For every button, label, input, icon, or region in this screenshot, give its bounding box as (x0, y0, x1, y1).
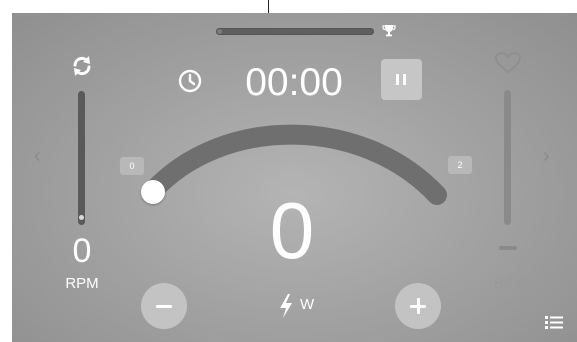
resistance-max-label: 2 (448, 156, 472, 174)
chevron-right-icon[interactable]: › (543, 146, 550, 166)
chevron-left-icon[interactable]: ‹ (34, 146, 41, 166)
rpm-gauge-level (79, 215, 84, 220)
trophy-icon (382, 25, 396, 37)
workout-screen: 0 RPM BPM ‹ › 00:00 0 2 0 W (12, 13, 577, 342)
power-value: 0 (269, 186, 315, 275)
sync-icon[interactable] (70, 54, 94, 78)
list-icon[interactable] (545, 315, 563, 330)
power-unit: W (300, 296, 315, 313)
bpm-gauge (504, 90, 511, 225)
elapsed-time: 00:00 (245, 61, 343, 104)
rpm-unit: RPM (65, 275, 99, 292)
lightning-icon (280, 294, 292, 318)
heart-icon (494, 51, 522, 74)
progress-indicator (217, 29, 222, 34)
workout-progress-bar (216, 28, 374, 35)
pause-icon (396, 74, 399, 85)
minus-icon (156, 305, 172, 308)
bpm-value-placeholder (499, 246, 517, 250)
resistance-min-label: 0 (120, 157, 144, 175)
decrease-button[interactable] (141, 283, 187, 329)
resistance-slider-handle[interactable] (141, 180, 165, 204)
rpm-value: 0 (72, 232, 92, 270)
bpm-unit: BPM (493, 275, 527, 292)
rpm-gauge (78, 91, 85, 225)
pause-button[interactable] (381, 59, 422, 100)
clock-icon (178, 69, 202, 93)
increase-button[interactable] (395, 283, 441, 329)
